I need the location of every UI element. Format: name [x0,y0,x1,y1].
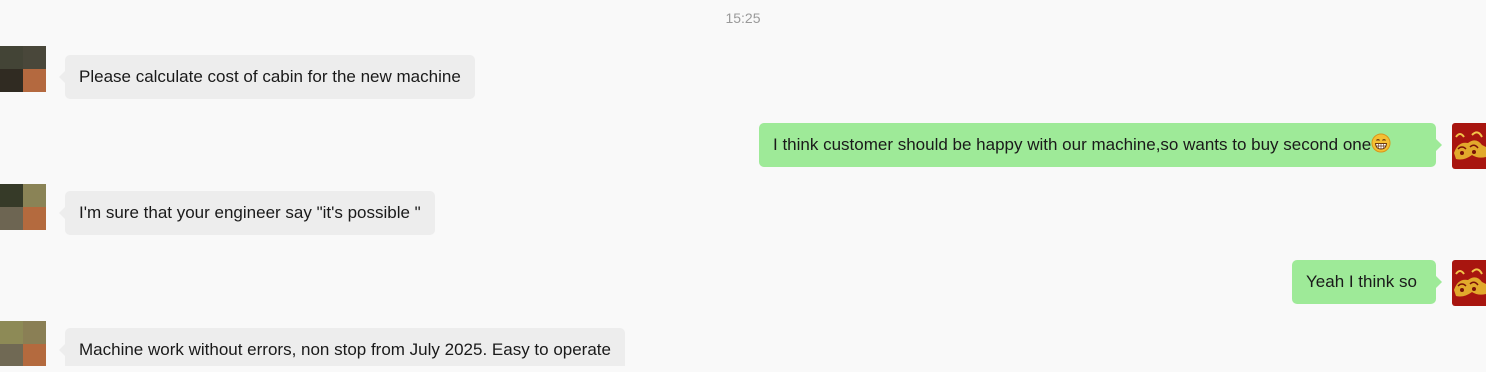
incoming-message-bubble[interactable]: Please calculate cost of cabin for the n… [59,55,475,99]
contact-avatar[interactable] [0,184,46,230]
my-avatar[interactable] [1452,260,1486,306]
message-text: Please calculate cost of cabin for the n… [79,67,461,86]
incoming-message-bubble[interactable]: Machine work without errors, non stop fr… [59,328,625,366]
message-text: I'm sure that your engineer say "it's po… [79,203,421,222]
message-timestamp: 15:25 [725,10,761,26]
outgoing-message-bubble[interactable]: Yeah I think so [1292,260,1442,304]
message-text: Yeah I think so [1306,272,1417,291]
incoming-message-bubble[interactable]: I'm sure that your engineer say "it's po… [59,191,435,235]
message-text: I think customer should be happy with ou… [773,135,1372,154]
my-avatar[interactable] [1452,123,1486,169]
ox-avatar-image [1452,123,1486,169]
message-text: Machine work without errors, non stop fr… [79,340,611,359]
ox-avatar-image [1452,260,1486,306]
outgoing-message-bubble[interactable]: I think customer should be happy with ou… [759,123,1442,167]
contact-avatar[interactable] [0,321,46,366]
contact-avatar[interactable] [0,46,46,92]
grinning-emoji-icon [1371,133,1391,153]
